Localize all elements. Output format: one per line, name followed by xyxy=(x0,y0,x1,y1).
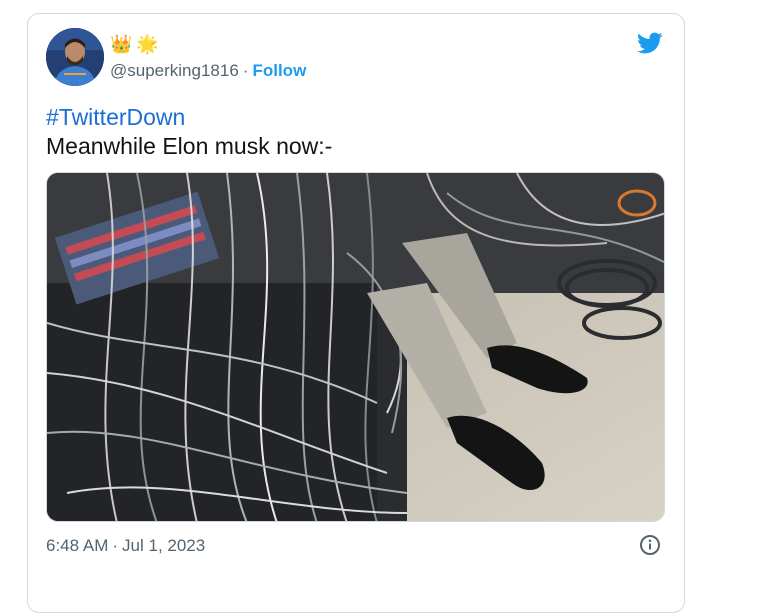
author-handle[interactable]: @superking1816 xyxy=(110,61,239,80)
follow-button[interactable]: Follow xyxy=(252,61,306,80)
info-icon[interactable] xyxy=(639,534,661,556)
cables-photo xyxy=(47,173,664,521)
tweet-timestamp[interactable]: 6:48 AM · Jul 1, 2023 xyxy=(46,536,205,556)
crown-icon: 👑 xyxy=(110,34,133,54)
tweet-text: Meanwhile Elon musk now:- xyxy=(46,133,333,159)
glowing-star-icon: 🌟 xyxy=(136,34,159,54)
tweet-date: Jul 1, 2023 xyxy=(122,536,206,555)
author-line: @superking1816 · Follow xyxy=(110,61,306,81)
separator-dot: · xyxy=(112,536,119,555)
avatar[interactable] xyxy=(46,28,104,86)
tweet-media-image[interactable] xyxy=(46,172,665,522)
hashtag-link[interactable]: #TwitterDown xyxy=(46,104,185,131)
badge-emojis: 👑 🌟 xyxy=(110,34,159,54)
tweet-time: 6:48 AM xyxy=(46,536,109,555)
twitter-bird-icon[interactable] xyxy=(636,30,664,56)
separator-dot: · xyxy=(242,61,249,80)
